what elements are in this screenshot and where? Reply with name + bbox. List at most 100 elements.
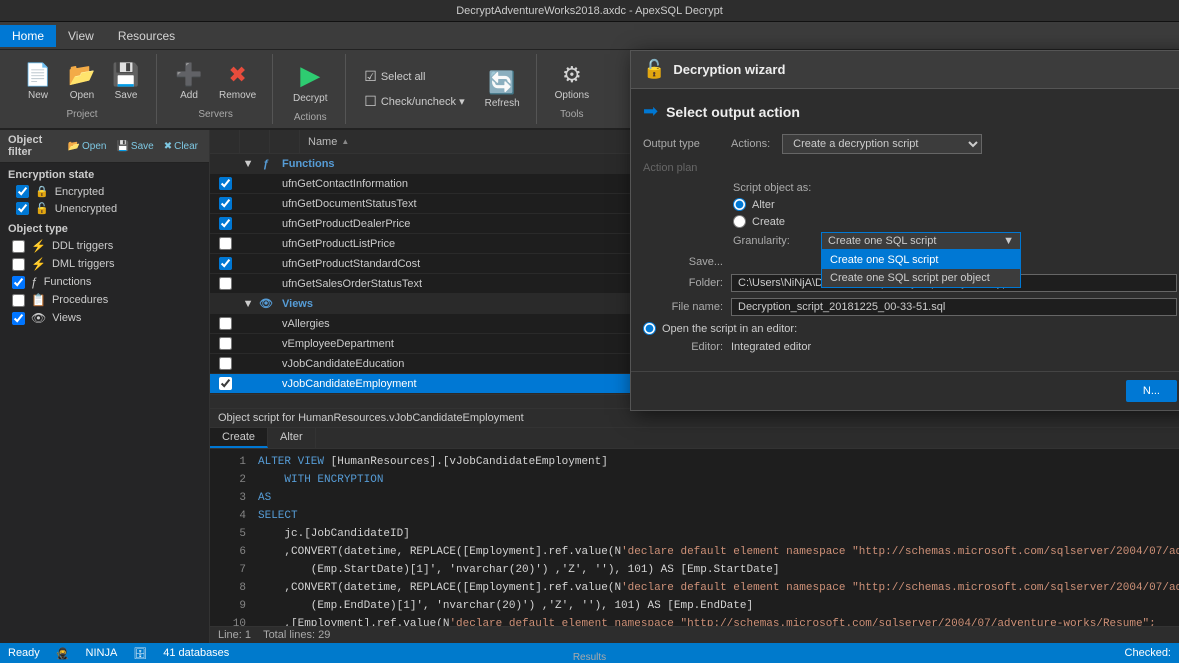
filter-clear-btn[interactable]: ✖ Clear [161,140,201,153]
row-check[interactable] [210,237,240,250]
filter-actions: 📂 Open 💾 Save ✖ Clear [65,140,201,153]
filter-save-label: Save [131,141,154,152]
filter-open-btn[interactable]: 📂 Open [65,140,110,153]
menu-item-view[interactable]: View [56,25,106,47]
check-uncheck-button[interactable]: ☐ Check/uncheck ▾ [358,91,470,112]
encryption-state-header: Encryption state [0,163,209,183]
code-line: 3AS [210,489,1179,507]
options-button[interactable]: ⚙ Options [549,58,595,105]
row-check[interactable] [210,257,240,270]
filter-save-icon: 💾 [116,141,128,152]
col-type-icon [270,130,300,153]
func-group-expand[interactable]: ▼ [240,158,256,170]
wizard-next-button[interactable]: N... [1126,380,1177,402]
unencrypted-item[interactable]: 🔓 Unencrypted [0,200,209,217]
gran-option-2[interactable]: Create one SQL script per object [822,269,1020,287]
open-script-label: Open the script in an editor: [662,323,797,335]
dml-checkbox[interactable] [12,258,25,271]
view-group-expand[interactable]: ▼ [240,298,256,310]
select-all-button[interactable]: ☑ Select all [358,66,470,87]
ddl-checkbox[interactable] [12,240,25,253]
col-check [210,130,240,153]
databases-label: 41 databases [163,647,229,659]
toolbar-group-actions: ▶ Decrypt Actions [275,54,346,124]
granularity-select-btn[interactable]: Create one SQL script ▼ [821,232,1021,250]
procedures-item[interactable]: 📋 Procedures [0,291,209,309]
menu-item-home[interactable]: Home [0,25,56,47]
actions-select[interactable]: Create a decryption script [782,134,982,154]
code-line: 9 (Emp.EndDate)[1]', 'nvarchar(20)') ,'Z… [210,597,1179,615]
alter-radio[interactable] [733,198,746,211]
encrypted-item[interactable]: 🔒 Encrypted [0,183,209,200]
new-label: New [28,90,48,101]
toolbar-group-servers: ➕ Add ✖ Remove Servers [159,54,273,124]
filter-header: Object filter 📂 Open 💾 Save ✖ Clear [0,130,209,163]
functions-item[interactable]: ƒ Functions [0,273,209,291]
new-button[interactable]: 📄 New [18,58,58,105]
line-label: Line: 1 [218,629,251,641]
actions-group-label: Actions [294,112,327,123]
toolbar-group-results: ☑ Select all ☐ Check/uncheck ▾ 🔄 Refresh… [348,54,536,124]
options-label: Options [555,90,589,101]
output-type-row: Output type Actions: Create a decryption… [643,134,1177,154]
granularity-dropdown[interactable]: Create one SQL script ▼ Create one SQL s… [821,232,1021,250]
remove-label: Remove [219,90,256,101]
actions-buttons: ▶ Decrypt [285,56,335,108]
granularity-menu[interactable]: Create one SQL script Create one SQL scr… [821,250,1021,288]
open-button[interactable]: 📂 Open [62,58,102,105]
checked-label: Checked: [1125,647,1171,659]
unencrypted-checkbox[interactable] [16,202,29,215]
remove-button[interactable]: ✖ Remove [213,58,262,105]
row-check[interactable] [210,337,240,350]
tab-alter[interactable]: Alter [268,428,316,448]
row-check[interactable] [210,357,240,370]
row-check[interactable] [210,377,240,390]
bottom-header: Object script for HumanResources.vJobCan… [210,409,1179,428]
decrypt-button[interactable]: ▶ Decrypt [285,56,335,108]
tab-create[interactable]: Create [210,428,268,448]
refresh-button[interactable]: 🔄 Refresh [479,66,526,113]
add-button[interactable]: ➕ Add [169,58,209,105]
project-buttons: 📄 New 📂 Open 💾 Save [18,58,146,105]
row-check[interactable] [210,317,240,330]
procedures-icon: 📋 [31,293,46,307]
views-icon: 👁 [31,311,46,325]
granularity-row: Granularity: Create one SQL script ▼ Cre… [733,232,1177,250]
refresh-icon: 🔄 [488,70,515,96]
alter-label: Alter [752,199,775,211]
code-line: 6 ,CONVERT(datetime, REPLACE([Employment… [210,543,1179,561]
encrypted-checkbox[interactable] [16,185,29,198]
alter-radio-row: Alter [733,198,1177,211]
gran-option-1[interactable]: Create one SQL script [822,251,1020,269]
filename-label: File name: [643,301,723,313]
filename-input[interactable] [731,298,1177,316]
filter-save-btn[interactable]: 💾 Save [113,140,156,153]
unencrypted-label: Unencrypted [55,203,117,215]
dml-triggers-item[interactable]: ⚡ DML triggers [0,255,209,273]
views-item[interactable]: 👁 Views [0,309,209,327]
procedures-checkbox[interactable] [12,294,25,307]
open-script-radio[interactable] [643,322,656,335]
views-checkbox[interactable] [12,312,25,325]
open-icon: 📂 [68,62,95,88]
code-line: 2 WITH ENCRYPTION [210,471,1179,489]
row-check[interactable] [210,197,240,210]
title-bar: DecryptAdventureWorks2018.axdc - ApexSQL… [0,0,1179,22]
dml-label: DML triggers [52,258,115,270]
row-check[interactable] [210,177,240,190]
action-plan-label: Action plan [643,162,723,174]
col-expand [240,130,270,153]
ddl-triggers-item[interactable]: ⚡ DDL triggers [0,237,209,255]
object-type-header: Object type [0,217,209,237]
create-radio[interactable] [733,215,746,228]
menu-item-resources[interactable]: Resources [106,25,187,47]
tools-group-label: Tools [560,109,583,120]
code-line: 7 (Emp.StartDate)[1]', 'nvarchar(20)') ,… [210,561,1179,579]
row-check[interactable] [210,277,240,290]
row-check[interactable] [210,217,240,230]
functions-checkbox[interactable] [12,276,25,289]
save-field-label: Save... [643,256,723,268]
save-button[interactable]: 💾 Save [106,58,146,105]
filter-open-icon: 📂 [68,141,80,152]
remove-icon: ✖ [228,62,246,88]
